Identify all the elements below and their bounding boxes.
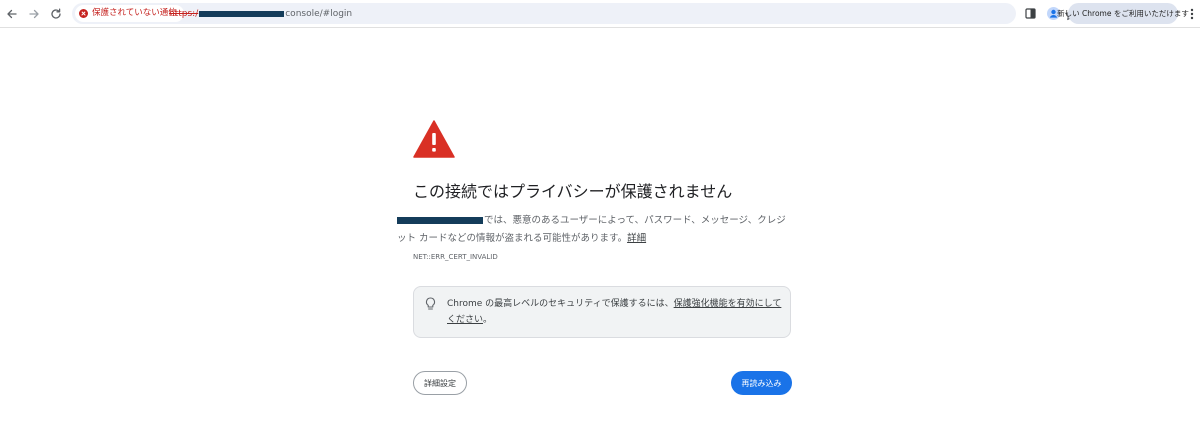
redacted-host xyxy=(397,217,483,224)
reload-button[interactable]: 再読み込み xyxy=(731,371,792,395)
url-text[interactable]: https:/ console/#login xyxy=(169,3,352,24)
details-link[interactable]: 詳細 xyxy=(627,233,646,244)
lightbulb-icon xyxy=(425,297,436,310)
redacted-host xyxy=(199,10,285,17)
menu-dots-icon xyxy=(1190,8,1193,19)
side-panel-button[interactable] xyxy=(1021,4,1040,23)
url-path: console/#login xyxy=(285,8,353,19)
enhanced-protection-text: Chrome の最高レベルのセキュリティで保護するには、保護強化機能を有効にして… xyxy=(447,296,787,328)
enhanced-prefix: Chrome の最高レベルのセキュリティで保護するには、 xyxy=(447,299,674,309)
enhanced-protection-box: Chrome の最高レベルのセキュリティで保護するには、保護強化機能を有効にして… xyxy=(413,286,791,338)
back-arrow-icon xyxy=(6,9,17,18)
explanation-paragraph: では、悪意のあるユーザーによって、パスワード、メッセージ、クレジット カードなど… xyxy=(397,212,793,248)
not-secure-icon xyxy=(79,9,88,18)
reload-page-button[interactable] xyxy=(46,4,65,23)
address-bar[interactable]: 保護されていない通信 https:/ console/#login xyxy=(72,3,1077,24)
url-scheme: https:/ xyxy=(169,8,199,19)
forward-button[interactable] xyxy=(24,4,43,23)
back-button[interactable] xyxy=(2,4,21,23)
not-secure-chip[interactable]: 保護されていない通信 xyxy=(75,5,184,22)
forward-arrow-icon xyxy=(28,9,39,18)
advanced-button[interactable]: 詳細設定 xyxy=(413,371,467,395)
not-secure-label: 保護されていない通信 xyxy=(92,8,177,18)
warning-triangle-icon xyxy=(413,120,455,158)
chrome-menu-button[interactable] xyxy=(1182,4,1200,23)
update-chrome-chip[interactable]: 新しい Chrome をご利用いただけます xyxy=(1057,3,1189,24)
page-title: この接続ではプライバシーが保護されません xyxy=(413,182,733,201)
reload-icon xyxy=(50,8,61,19)
side-panel-icon xyxy=(1025,8,1036,19)
browser-toolbar: 保護されていない通信 https:/ console/#login 新しい Ch… xyxy=(0,0,1200,28)
enhanced-suffix: 。 xyxy=(483,315,493,325)
error-code: NET::ERR_CERT_INVALID xyxy=(413,253,498,261)
